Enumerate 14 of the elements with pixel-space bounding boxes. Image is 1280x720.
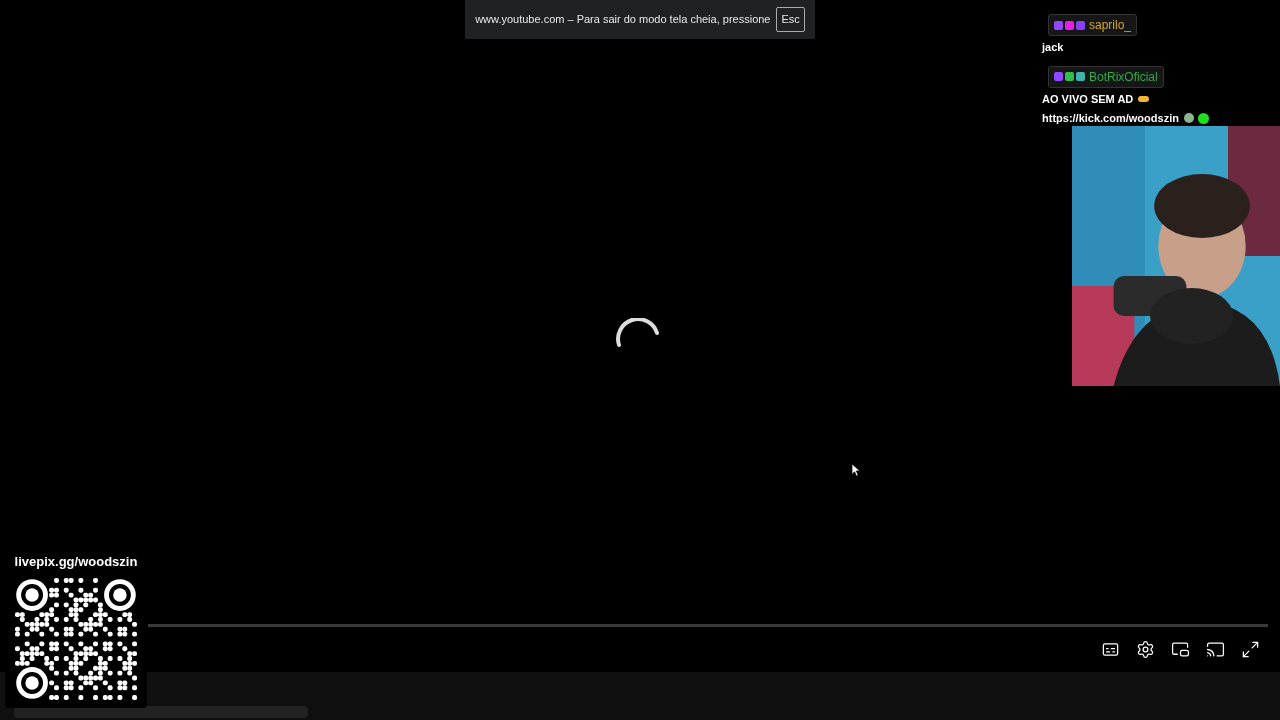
notice-text: www.youtube.com – Para sair do modo tela cheia, pressione [475,12,771,28]
mouse-cursor-icon [851,463,860,477]
chat-message: https://kick.com/woodszin [1042,111,1179,126]
fullscreen-icon[interactable] [1241,640,1260,659]
settings-icon[interactable] [1136,640,1155,659]
subtitles-icon[interactable] [1101,640,1120,659]
scroll-bar[interactable] [14,706,308,718]
cast-icon[interactable] [1206,640,1225,659]
esc-key: Esc [776,7,805,32]
chat-message: jack [1042,40,1064,55]
chat-message: AO VIVO SEM AD [1042,91,1134,107]
username: saprilo_ [1089,17,1132,34]
username: BotRixOficial [1089,68,1158,86]
miniplayer-icon[interactable] [1171,640,1190,659]
